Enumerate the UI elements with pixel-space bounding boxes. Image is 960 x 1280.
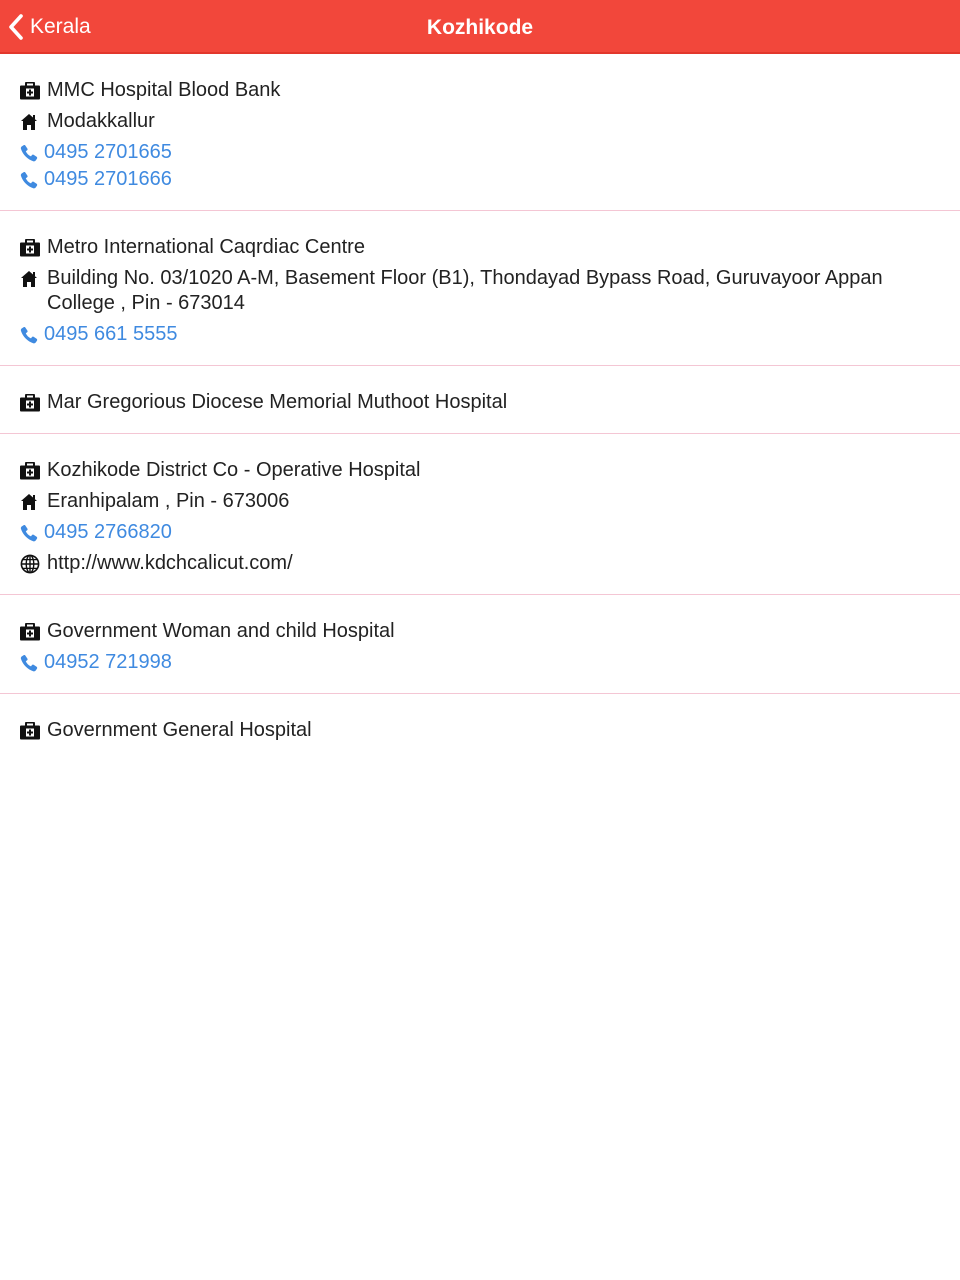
hospital-address: Eranhipalam , Pin - 673006	[20, 489, 940, 514]
hospital-website-link[interactable]: http://www.kdchcalicut.com/	[20, 551, 940, 576]
hospital-name: Mar Gregorious Diocese Memorial Muthoot …	[20, 390, 940, 415]
hospital-name-text: Mar Gregorious Diocese Memorial Muthoot …	[47, 391, 508, 413]
hospital-website-link-text[interactable]: http://www.kdchcalicut.com/	[47, 551, 293, 576]
phone-icon	[20, 322, 40, 347]
hospital-name: Government General Hospital	[20, 718, 940, 743]
hospital-name: Government Woman and child Hospital	[20, 619, 940, 644]
hospital-phone-link-text[interactable]: 04952 721998	[44, 650, 172, 675]
hospital-name-text: Kozhikode District Co - Operative Hospit…	[47, 459, 421, 481]
hospital-phone-link[interactable]: 0495 2701665	[20, 140, 940, 165]
medkit-icon	[20, 619, 42, 644]
back-label: Kerala	[30, 15, 91, 38]
hospital-phone-link[interactable]: 0495 2766820	[20, 520, 940, 545]
hospital-phone-link[interactable]: 0495 661 5555	[20, 322, 940, 347]
hospital-list-item: Metro International Caqrdiac Centre Build…	[0, 211, 960, 366]
home-icon	[20, 266, 42, 291]
hospital-list-item: Government Woman and child Hospital 04952…	[0, 595, 960, 694]
home-icon	[20, 109, 42, 134]
hospital-address: Building No. 03/1020 A-M, Basement Floor…	[20, 266, 940, 316]
hospital-address: Modakkallur	[20, 109, 940, 134]
hospital-list-item: Government General Hospital	[0, 694, 960, 761]
hospital-list: MMC Hospital Blood Bank Modakkallur 0495 2…	[0, 54, 960, 761]
hospital-name-text: Metro International Caqrdiac Centre	[47, 236, 365, 258]
medkit-icon	[20, 458, 42, 483]
hospital-phone-link-text[interactable]: 0495 2766820	[44, 520, 172, 545]
hospital-phone-link-text[interactable]: 0495 2701665	[44, 140, 172, 165]
hospital-name-text: Government General Hospital	[47, 719, 312, 741]
medkit-icon	[20, 78, 42, 103]
hospital-name: Kozhikode District Co - Operative Hospit…	[20, 458, 940, 483]
hospital-address-text: Building No. 03/1020 A-M, Basement Floor…	[47, 267, 883, 314]
phone-icon	[20, 140, 40, 165]
hospital-list-item: MMC Hospital Blood Bank Modakkallur 0495 2…	[0, 54, 960, 211]
chevron-left-icon	[8, 14, 24, 40]
hospital-phone-link[interactable]: 0495 2701666	[20, 167, 940, 192]
hospital-list-item: Mar Gregorious Diocese Memorial Muthoot …	[0, 366, 960, 434]
page-title: Kozhikode	[426, 16, 534, 39]
hospital-name: Metro International Caqrdiac Centre	[20, 235, 940, 260]
phone-icon	[20, 167, 40, 192]
hospital-phone-link-text[interactable]: 0495 2701666	[44, 167, 172, 192]
hospital-phone-link[interactable]: 04952 721998	[20, 650, 940, 675]
home-icon	[20, 489, 42, 514]
phone-icon	[20, 650, 40, 675]
medkit-icon	[20, 718, 42, 743]
medkit-icon	[20, 390, 42, 415]
hospital-name-text: Government Woman and child Hospital	[47, 620, 395, 642]
hospital-name: MMC Hospital Blood Bank	[20, 78, 940, 103]
hospital-phone-link-text[interactable]: 0495 661 5555	[44, 322, 177, 347]
phone-icon	[20, 520, 40, 545]
medkit-icon	[20, 235, 42, 260]
navbar: Kerala Kozhikode	[0, 0, 960, 54]
hospital-address-text: Eranhipalam , Pin - 673006	[47, 490, 290, 512]
globe-icon	[20, 551, 42, 576]
hospital-list-item: Kozhikode District Co - Operative Hospit…	[0, 434, 960, 595]
hospital-name-text: MMC Hospital Blood Bank	[47, 79, 281, 101]
back-button[interactable]: Kerala	[8, 0, 91, 54]
hospital-address-text: Modakkallur	[47, 110, 155, 132]
